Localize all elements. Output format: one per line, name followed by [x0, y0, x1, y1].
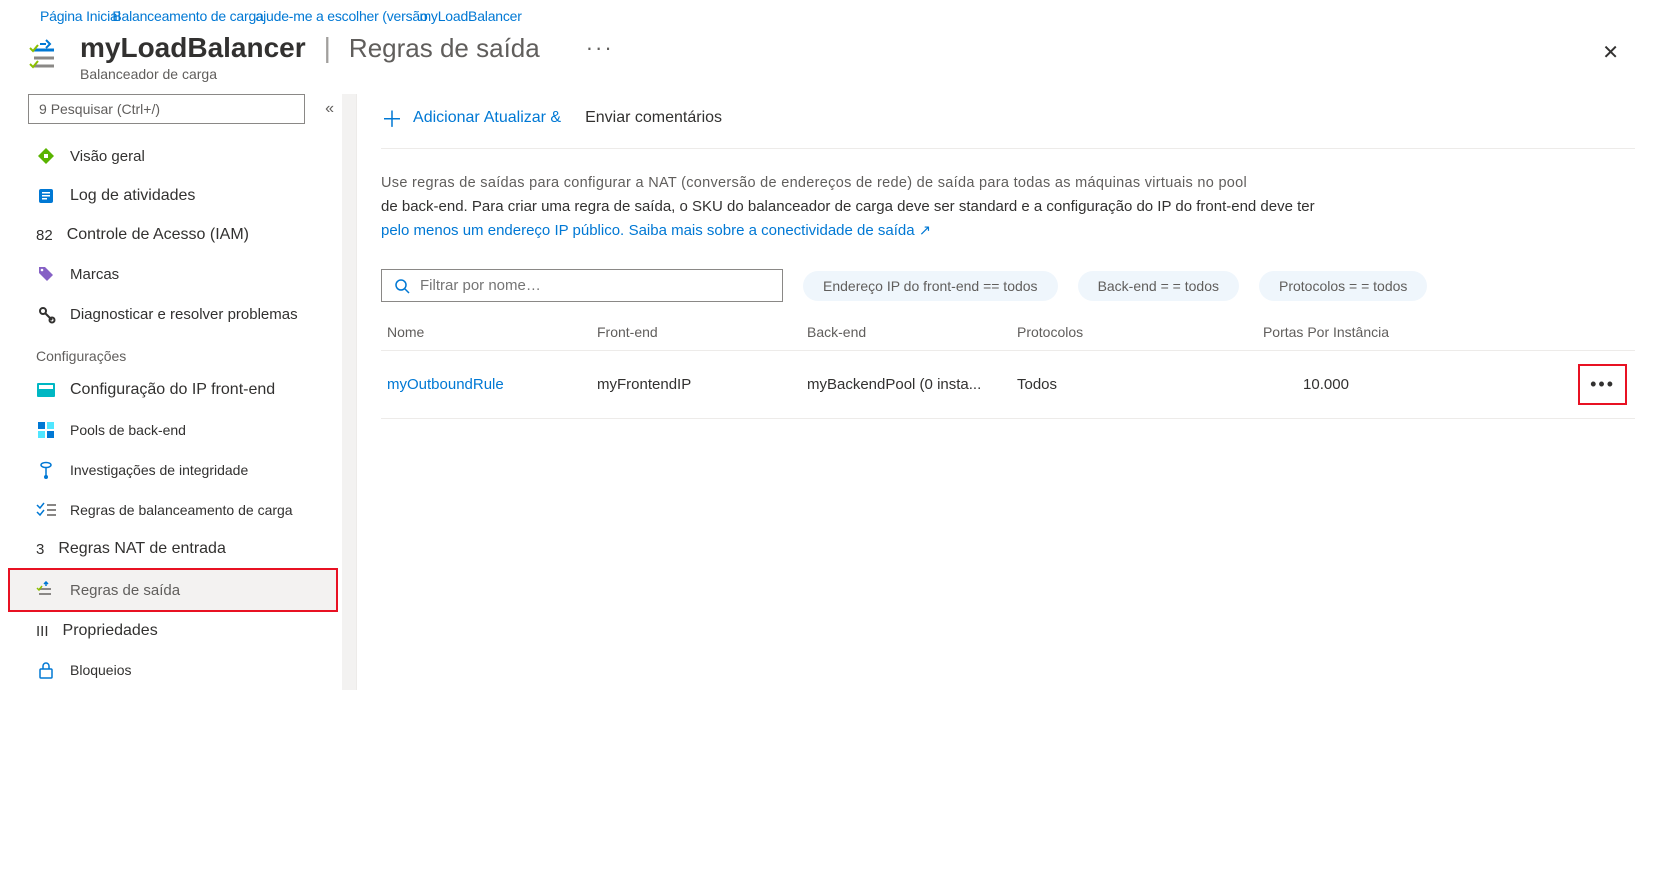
sidebar-item-label: Bloqueios	[70, 662, 132, 678]
sidebar-item-diagnose[interactable]: Diagnosticar e resolver problemas	[28, 294, 338, 334]
sidebar-item-label: Pools de back-end	[70, 422, 186, 438]
search-icon	[394, 278, 410, 294]
overview-icon	[36, 146, 56, 166]
external-link-icon: ↗	[919, 223, 931, 239]
frontend-ip-icon	[36, 380, 56, 400]
sidebar-item-label: Regras NAT de entrada	[58, 540, 226, 558]
sidebar-search-input[interactable]: 9 Pesquisar (Ctrl+/)	[28, 94, 305, 124]
sidebar-item-backend-pools[interactable]: Pools de back-end	[28, 410, 338, 450]
backend-filter[interactable]: Back-end = = todos	[1078, 271, 1239, 301]
feedback-button[interactable]: Enviar comentários	[585, 109, 722, 127]
sidebar-item-properties[interactable]: III Propriedades	[28, 612, 338, 650]
load-balancer-icon	[28, 38, 64, 74]
cell-frontend: myFrontendIP	[597, 376, 807, 393]
nat-prefix: 3	[36, 541, 44, 558]
frontend-ip-filter[interactable]: Endereço IP do front-end == todos	[803, 271, 1058, 301]
sidebar-item-label: Configuração do IP front-end	[70, 381, 275, 399]
description-text: Use regras de saídas para configurar a N…	[381, 175, 1247, 191]
sidebar-item-lb-rules[interactable]: Regras de balanceamento de carga	[28, 490, 338, 530]
search-prefix: 9	[39, 101, 47, 117]
iam-prefix: 82	[36, 227, 53, 244]
sidebar-item-outbound-rules[interactable]: Regras de saída	[8, 568, 338, 612]
outbound-rules-icon	[36, 580, 56, 600]
lock-icon	[36, 660, 56, 680]
sidebar-item-access-control[interactable]: 82 Controle de Acesso (IAM)	[28, 216, 338, 254]
sidebar-item-overview[interactable]: Visão geral	[28, 136, 338, 176]
description-block: Use regras de saídas para configurar a N…	[381, 171, 1481, 243]
cell-protocol: Todos	[1017, 376, 1231, 393]
sidebar-item-activity-log[interactable]: Log de atividades	[28, 176, 338, 216]
protocol-filter[interactable]: Protocolos = = todos	[1259, 271, 1427, 301]
sidebar: 9 Pesquisar (Ctrl+/) « Visão geral Log d…	[0, 94, 342, 690]
more-actions-button[interactable]: ···	[586, 35, 614, 61]
column-header-ports[interactable]: Portas Por Instância	[1231, 324, 1421, 340]
health-probe-icon	[36, 460, 56, 480]
backend-pools-icon	[36, 420, 56, 440]
add-label: Adicionar	[413, 109, 480, 127]
activity-log-icon	[36, 186, 56, 206]
collapse-sidebar-button[interactable]: «	[321, 96, 338, 122]
learn-more-link[interactable]: Saiba mais sobre a conectividade de saíd…	[629, 222, 915, 239]
lb-rules-icon	[36, 500, 56, 520]
breadcrumb-item[interactable]: myLoadBalancer	[419, 8, 521, 24]
sidebar-item-frontend-ip[interactable]: Configuração do IP front-end	[28, 370, 338, 410]
page-header: myLoadBalancer | Regras de saída ··· Bal…	[0, 28, 1659, 94]
sidebar-item-label: Controle de Acesso (IAM)	[67, 226, 249, 244]
plus-icon: ＋	[381, 102, 403, 134]
main-content: ＋ Adicionar Atualizar & Enviar comentári…	[356, 94, 1659, 690]
scrollbar[interactable]	[342, 94, 356, 690]
sidebar-item-label: Investigações de integridade	[70, 462, 248, 478]
column-header-frontend[interactable]: Front-end	[597, 324, 807, 340]
search-placeholder-text: Pesquisar (Ctrl+/)	[51, 101, 160, 117]
column-header-protocol[interactable]: Protocolos	[1017, 324, 1231, 340]
description-text: de back-end. Para criar uma regra de saí…	[381, 198, 1315, 215]
breadcrumb-item[interactable]: ajude-me a escolher (versão	[256, 8, 428, 24]
diagnose-icon	[36, 304, 56, 324]
table-row[interactable]: myOutboundRule myFrontendIP myBackendPoo…	[381, 351, 1635, 419]
cell-backend: myBackendPool (0 insta...	[807, 376, 1017, 393]
sidebar-item-label: Propriedades	[63, 622, 158, 640]
column-header-name[interactable]: Nome	[381, 324, 597, 340]
sidebar-item-locks[interactable]: Bloqueios	[28, 650, 338, 690]
close-button[interactable]: ✕	[1582, 32, 1639, 73]
sidebar-item-inbound-nat[interactable]: 3 Regras NAT de entrada	[28, 530, 338, 568]
name-filter-input[interactable]	[381, 269, 783, 302]
rule-name-link[interactable]: myOutboundRule	[387, 376, 504, 393]
cell-ports: 10.000	[1231, 376, 1421, 393]
add-button[interactable]: ＋ Adicionar Atualizar &	[381, 102, 561, 134]
column-header-backend[interactable]: Back-end	[807, 324, 1017, 340]
properties-prefix: III	[36, 623, 49, 640]
sidebar-section-settings: Configurações	[28, 334, 338, 370]
breadcrumb-item[interactable]: Página Inicial	[40, 8, 120, 24]
sidebar-item-label: Diagnosticar e resolver problemas	[70, 306, 298, 323]
sidebar-item-label: Log de atividades	[70, 187, 195, 205]
resource-type-label: Balanceador de carga	[80, 66, 1582, 82]
tags-icon	[36, 264, 56, 284]
sidebar-item-label: Regras de saída	[70, 582, 180, 599]
sidebar-item-label: Marcas	[70, 266, 119, 283]
breadcrumb: Página Inicial Balanceamento de carga aj…	[0, 0, 1659, 28]
command-bar: ＋ Adicionar Atualizar & Enviar comentári…	[381, 94, 1635, 149]
breadcrumb-item[interactable]: Balanceamento de carga	[112, 8, 263, 24]
sidebar-item-label: Regras de balanceamento de carga	[70, 502, 293, 518]
refresh-label: Atualizar &	[484, 109, 561, 127]
title-separator: |	[324, 32, 331, 64]
sidebar-item-tags[interactable]: Marcas	[28, 254, 338, 294]
filter-bar: Endereço IP do front-end == todos Back-e…	[381, 269, 1635, 302]
table-header: Nome Front-end Back-end Protocolos Porta…	[381, 314, 1635, 351]
name-filter-text[interactable]	[420, 277, 770, 294]
sidebar-item-label: Visão geral	[70, 148, 145, 165]
page-section: Regras de saída	[349, 33, 540, 64]
sidebar-item-health-probes[interactable]: Investigações de integridade	[28, 450, 338, 490]
feedback-label: Enviar comentários	[585, 109, 722, 127]
public-ip-link[interactable]: pelo menos um endereço IP público.	[381, 222, 624, 239]
row-context-menu-button[interactable]: •••	[1578, 364, 1627, 405]
page-title: myLoadBalancer	[80, 32, 306, 64]
